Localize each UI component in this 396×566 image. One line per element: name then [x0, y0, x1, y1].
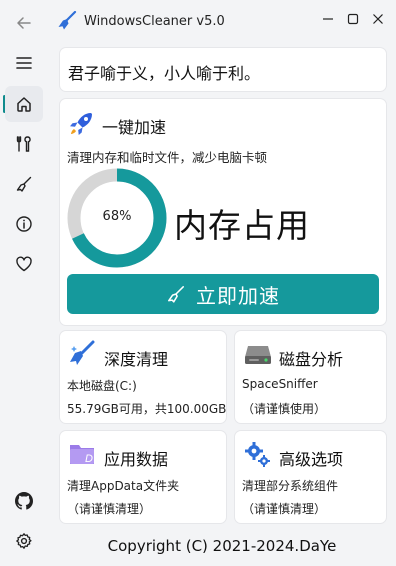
close-icon [373, 14, 383, 24]
sidebar-item-clean[interactable] [5, 166, 43, 202]
sidebar-item-tools[interactable] [5, 126, 43, 162]
tools-icon [16, 136, 31, 152]
memory-percent: 68% [102, 209, 132, 224]
close-button[interactable] [365, 8, 391, 30]
sidebar-item-support[interactable] [5, 246, 43, 282]
maximize-button[interactable] [340, 8, 366, 30]
sidebar [0, 0, 48, 566]
gears-icon [243, 440, 271, 472]
advanced-options-warning: （请谨慎清理） [242, 502, 327, 516]
minimize-icon [323, 18, 333, 20]
sidebar-item-info[interactable] [5, 206, 43, 242]
quote-card: 君子喻于义，小人喻于利。 [59, 47, 387, 92]
app-data-card[interactable]: D 应用数据 清理AppData文件夹 （请谨慎清理） [59, 430, 227, 524]
back-arrow-icon[interactable] [5, 5, 43, 41]
disk-analysis-tool: SpaceSniffer [242, 377, 318, 391]
heart-icon [16, 256, 32, 272]
disk-analysis-warning: （请谨慎使用） [242, 402, 327, 416]
advanced-options-desc: 清理部分系统组件 [242, 479, 339, 493]
github-icon[interactable] [5, 483, 43, 519]
hard-drive-icon [243, 340, 273, 372]
home-icon [17, 97, 31, 112]
deep-clean-card[interactable]: 深度清理 本地磁盘(C:) 55.79GB可用，共100.00GB [59, 330, 227, 424]
disk-analysis-title: 磁盘分析 [279, 350, 344, 369]
advanced-options-card[interactable]: 高级选项 清理部分系统组件 （请谨慎清理） [234, 430, 387, 524]
quote-text: 君子喻于义，小人喻于利。 [68, 64, 261, 83]
app-title: WindowsCleaner v5.0 [84, 14, 225, 29]
broom-icon [16, 176, 32, 192]
sidebar-item-home[interactable] [5, 86, 43, 122]
app-logo-icon [57, 10, 77, 35]
folder-icon: D [68, 440, 96, 472]
maximize-icon [347, 13, 359, 25]
advanced-options-title: 高级选项 [279, 450, 344, 469]
deep-clean-disk: 本地磁盘(C:) [67, 379, 137, 393]
memory-usage-label: 内存占用 [174, 206, 310, 245]
title-bar: WindowsCleaner v5.0 [48, 0, 396, 40]
speedup-card: 一键加速 清理内存和临时文件，减少电脑卡顿 68% 内存占用 立即加速 [59, 98, 387, 326]
svg-text:D: D [85, 453, 93, 465]
menu-icon[interactable] [5, 45, 43, 81]
speedup-description: 清理内存和临时文件，减少电脑卡顿 [67, 150, 268, 165]
rocket-icon [67, 110, 95, 142]
speedup-title: 一键加速 [102, 118, 167, 137]
broom-color-icon [68, 340, 96, 372]
copyright-text: Copyright (C) 2021-2024.DaYe [107, 537, 337, 555]
settings-icon[interactable] [5, 523, 43, 559]
app-data-warning: （请谨慎清理） [67, 502, 152, 516]
app-data-title: 应用数据 [104, 450, 169, 469]
deep-clean-space: 55.79GB可用，共100.00GB [67, 402, 227, 416]
info-icon [16, 216, 32, 232]
app-data-desc: 清理AppData文件夹 [67, 479, 180, 493]
boost-now-label: 立即加速 [196, 283, 280, 308]
minimize-button[interactable] [315, 8, 341, 30]
broom-icon [168, 286, 184, 303]
disk-analysis-card[interactable]: 磁盘分析 SpaceSniffer （请谨慎使用） [234, 330, 387, 424]
boost-now-button[interactable]: 立即加速 [67, 274, 379, 314]
deep-clean-title: 深度清理 [104, 350, 169, 369]
